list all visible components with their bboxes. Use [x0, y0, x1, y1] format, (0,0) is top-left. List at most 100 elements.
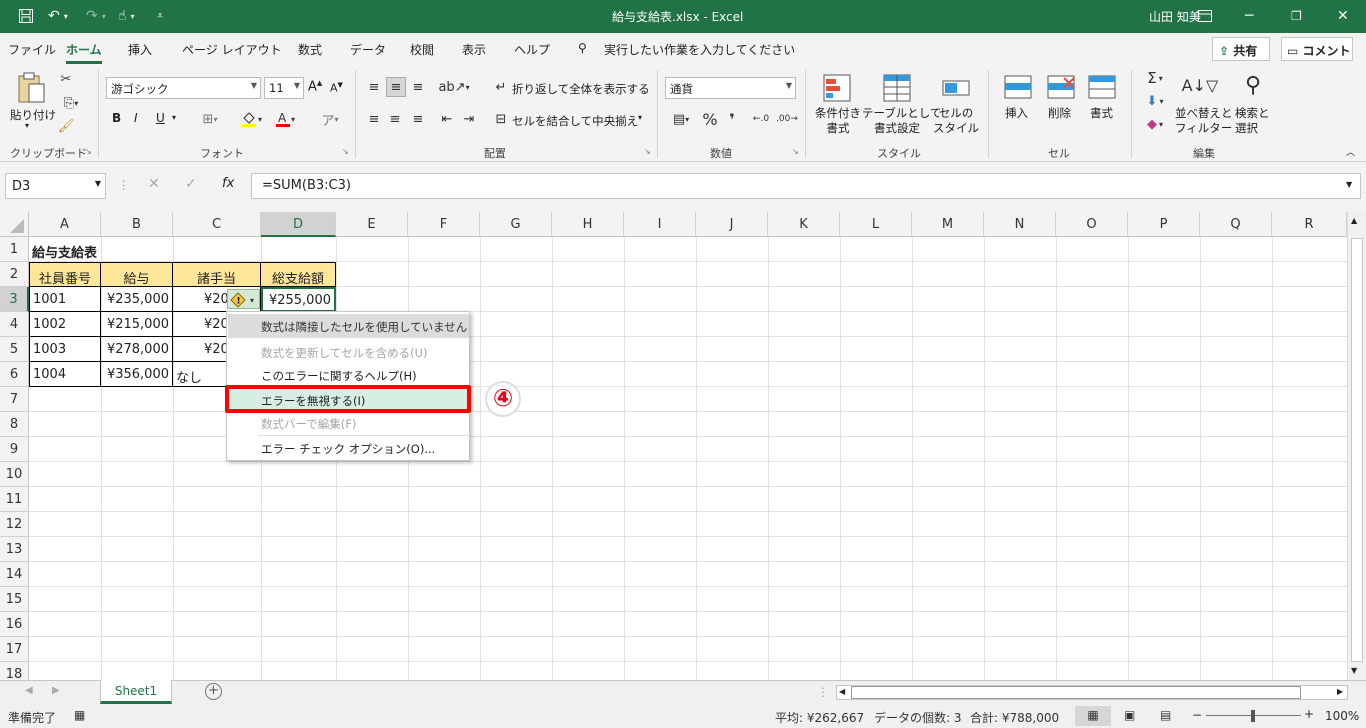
tab-split-handle[interactable]: ⋮ [817, 685, 829, 699]
share-button[interactable]: ⇪ 共有 [1212, 37, 1270, 61]
sheet-title-cell[interactable]: 給与支給表 [29, 237, 173, 262]
header-cell[interactable]: 給与 [101, 262, 173, 287]
tell-me-input[interactable]: 実行したい作業を入力してください [604, 41, 795, 58]
page-layout-view-icon[interactable]: ▣ [1124, 708, 1135, 722]
row-header[interactable]: 8 [0, 412, 29, 437]
merge-dropdown-icon[interactable]: ▾ [638, 113, 642, 122]
wrap-text-icon[interactable]: ↵ [492, 78, 510, 96]
tab-help[interactable]: ヘルプ [514, 41, 550, 58]
horizontal-scrollbar[interactable]: ◀ ▶ [836, 685, 1348, 700]
restore-icon[interactable]: ❐ [1291, 6, 1302, 26]
accounting-format-icon[interactable]: ▤ ▾ [666, 109, 696, 129]
table-cell[interactable]: ¥215,000 [101, 312, 173, 337]
row-header[interactable]: 3 [0, 287, 29, 312]
column-header[interactable]: O [1056, 212, 1128, 237]
tab-home[interactable]: ホーム [66, 41, 102, 64]
zoom-in-icon[interactable]: + [1304, 707, 1314, 721]
row-header[interactable]: 6 [0, 362, 29, 387]
zoom-out-icon[interactable]: − [1192, 708, 1202, 722]
horizontal-scroll-thumb[interactable] [851, 686, 1301, 699]
conditional-formatting-icon[interactable] [821, 72, 853, 104]
scroll-left-icon[interactable]: ◀ [839, 687, 845, 696]
table-cell[interactable]: ¥278,000 [101, 337, 173, 362]
border-icon[interactable]: ⊞ ▾ [196, 110, 224, 128]
column-header[interactable]: B [101, 212, 173, 237]
italic-button[interactable]: I [134, 111, 138, 125]
table-cell[interactable]: 1001 [29, 287, 101, 312]
insert-function-icon[interactable]: fx [222, 176, 234, 191]
column-header[interactable]: Q [1200, 212, 1272, 237]
sort-filter-line2[interactable]: フィルター [1175, 120, 1232, 136]
conditional-formatting-line2[interactable]: 書式 [813, 120, 863, 136]
clipboard-launcher-icon[interactable]: ↘ [85, 147, 92, 156]
cut-icon[interactable]: ✂ [58, 70, 74, 88]
ribbon-display-icon[interactable] [1198, 6, 1212, 26]
normal-view-icon[interactable]: ▦ [1075, 706, 1111, 726]
underline-dropdown-icon[interactable]: ▾ [172, 113, 176, 122]
row-header[interactable]: 12 [0, 512, 29, 537]
header-cell[interactable]: 社員番号 [29, 262, 101, 287]
align-bottom-icon[interactable]: ≡ [409, 77, 427, 97]
percent-style-icon[interactable]: % [700, 109, 720, 129]
sheet-tab-sheet1[interactable]: Sheet1 [100, 680, 172, 704]
orientation-icon[interactable]: ab↗ ▾ [438, 77, 469, 97]
fill-icon[interactable]: ⬇ ▾ [1140, 92, 1170, 110]
row-header[interactable]: 2 [0, 262, 29, 287]
row-header[interactable]: 11 [0, 487, 29, 512]
next-sheet-icon[interactable]: ▶ [52, 685, 60, 696]
row-header[interactable]: 9 [0, 437, 29, 462]
expand-formula-icon[interactable]: ▼ [1346, 180, 1352, 189]
column-header[interactable]: E [336, 212, 408, 237]
decrease-indent-icon[interactable]: ⇤ [438, 109, 456, 129]
tab-data[interactable]: データ [350, 41, 386, 58]
align-top-icon[interactable]: ≡ [365, 77, 383, 97]
collapse-ribbon-icon[interactable]: ︿ [1346, 145, 1355, 158]
table-cell[interactable]: 1002 [29, 312, 101, 337]
format-cells-button[interactable]: 書式 [1090, 105, 1113, 121]
lightbulb-search-icon[interactable]: ⚲ [578, 41, 587, 55]
redo-icon[interactable]: ↷ ▾ [86, 6, 106, 26]
user-name[interactable]: 山田 知美 [1149, 8, 1201, 25]
format-as-table-line1[interactable]: テーブルとして [862, 105, 941, 121]
table-cell[interactable]: ¥356,000 [101, 362, 173, 387]
zoom-slider-thumb[interactable] [1251, 710, 1255, 722]
merge-center-button[interactable]: セルを結合して中央揃え [512, 113, 638, 129]
row-header[interactable]: 14 [0, 562, 29, 587]
header-cell[interactable]: 諸手当 [173, 262, 261, 287]
column-header[interactable]: M [912, 212, 984, 237]
minimize-icon[interactable]: ─ [1245, 6, 1253, 26]
font-launcher-icon[interactable]: ↘ [342, 147, 349, 156]
add-sheet-icon[interactable]: + [205, 683, 222, 700]
scroll-thumb[interactable] [1351, 238, 1363, 662]
align-center-icon[interactable]: ≡ [386, 109, 404, 129]
worksheet-grid[interactable]: A B C D E F G H I J K L M N O P Q R 1 2 … [0, 212, 1366, 680]
customize-qat-icon[interactable]: ⩡ [157, 6, 163, 26]
font-shrink-button[interactable]: A▼ [330, 81, 343, 95]
column-header[interactable]: D [261, 212, 336, 237]
row-header[interactable]: 4 [0, 312, 29, 337]
column-header[interactable]: P [1128, 212, 1200, 237]
enter-icon[interactable]: ✓ [185, 176, 197, 192]
increase-decimal-icon[interactable]: ←.0 [750, 109, 772, 129]
format-painter-icon[interactable]: 🖌 [58, 117, 75, 135]
increase-indent-icon[interactable]: ⇥ [460, 109, 478, 129]
close-icon[interactable]: ✕ [1337, 6, 1349, 26]
tab-formulas[interactable]: 数式 [298, 41, 322, 58]
number-launcher-icon[interactable]: ↘ [792, 147, 799, 156]
row-header[interactable]: 1 [0, 237, 29, 262]
menu-item-error-help[interactable]: このエラーに関するヘルプ(H) [228, 363, 469, 387]
conditional-formatting-line1[interactable]: 条件付き [813, 105, 863, 121]
column-header[interactable]: N [984, 212, 1056, 237]
paste-label[interactable]: 貼り付け [10, 107, 56, 123]
column-header[interactable]: L [840, 212, 912, 237]
align-middle-icon[interactable]: ≡ [386, 77, 406, 97]
align-left-icon[interactable]: ≡ [365, 109, 383, 129]
row-header[interactable]: 17 [0, 637, 29, 662]
column-header[interactable]: I [624, 212, 696, 237]
column-header[interactable]: F [408, 212, 480, 237]
find-select-line2[interactable]: 選択 [1235, 120, 1258, 136]
scroll-right-icon[interactable]: ▶ [1337, 687, 1343, 696]
column-header[interactable]: C [173, 212, 261, 237]
error-check-button[interactable]: ! ▾ [227, 289, 260, 309]
merge-center-icon[interactable]: ⊟ [492, 110, 510, 128]
